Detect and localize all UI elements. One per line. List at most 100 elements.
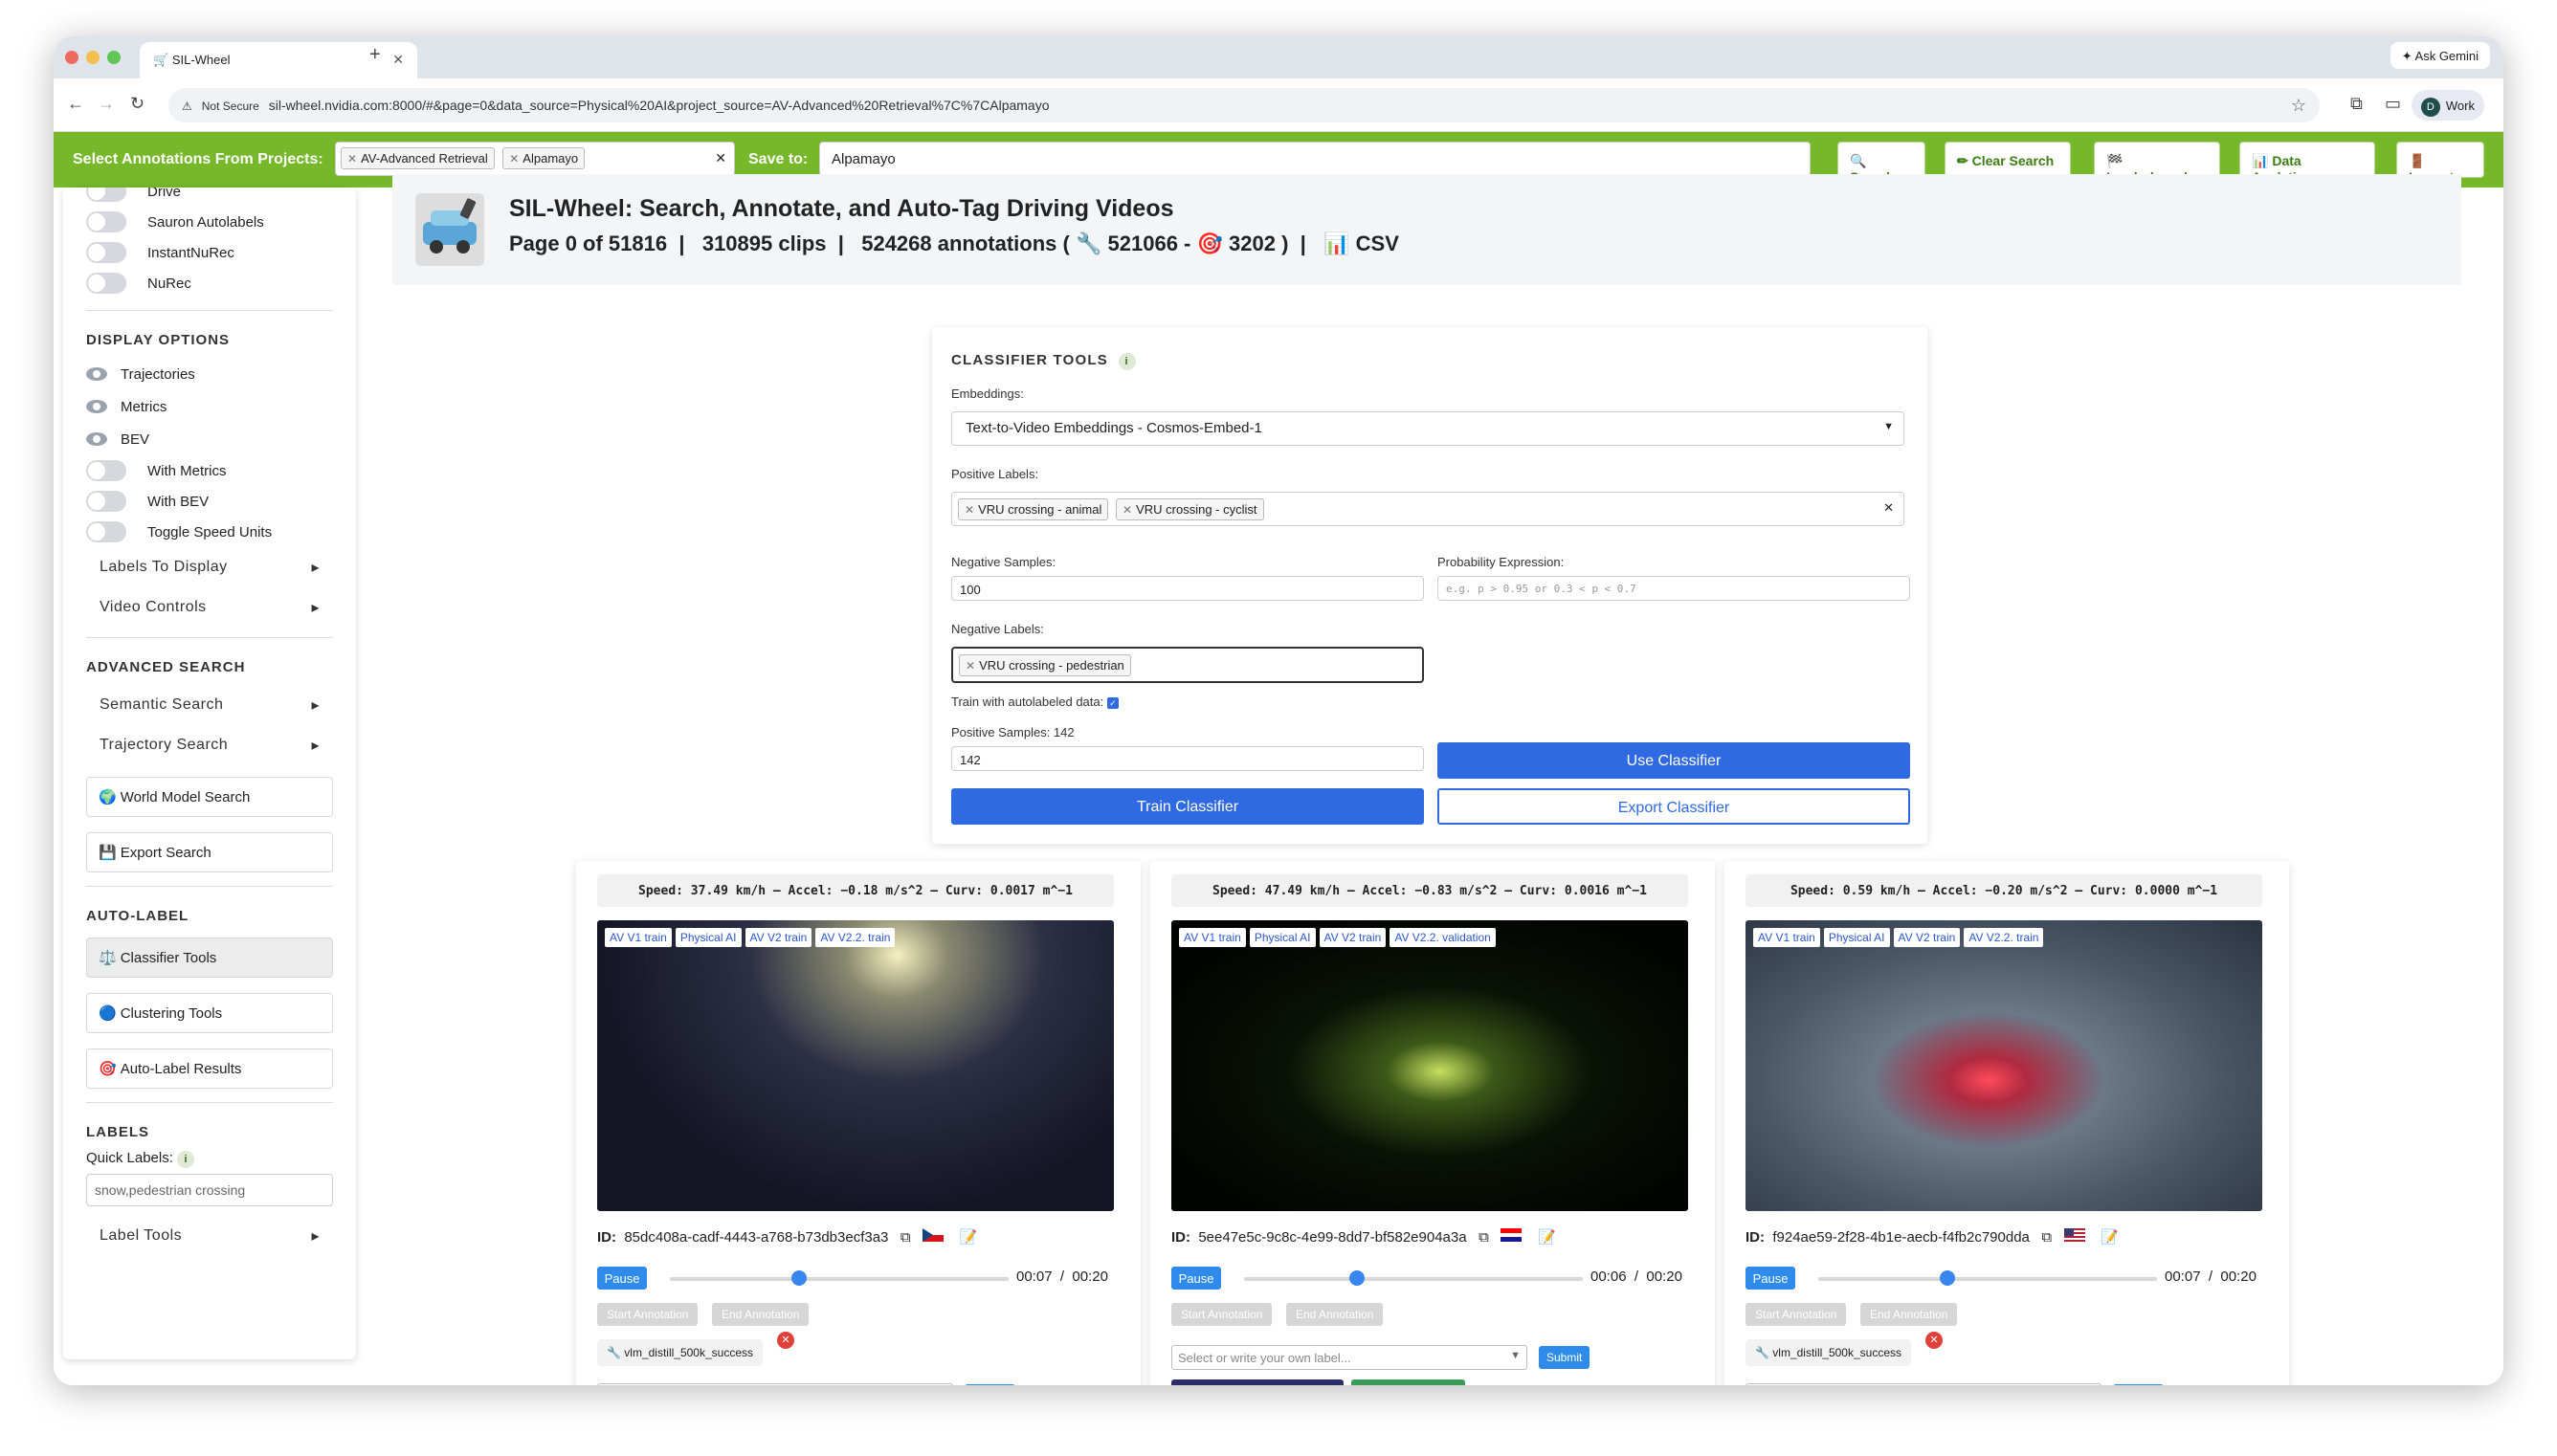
side-panel-icon[interactable]: ▭	[2385, 94, 2401, 114]
train-classifier-button[interactable]: Train Classifier	[951, 788, 1424, 825]
label-chip[interactable]: ✕ VRU crossing - cyclist	[1116, 498, 1264, 520]
label-chip[interactable]: ✕ VRU crossing - animal	[958, 498, 1109, 520]
video-player[interactable]: AV V1 train Physical AI AV V2 train AV V…	[1745, 920, 2262, 1211]
semantic-search-expander[interactable]: Semantic Search ▸	[86, 685, 333, 725]
quick-labels-input[interactable]: snow,pedestrian crossing	[86, 1174, 333, 1206]
vis-trajectories[interactable]: Trajectories	[86, 358, 333, 390]
start-annotation-button[interactable]: Start Annotation	[597, 1303, 699, 1326]
use-classifier-button[interactable]: Use Classifier	[1437, 742, 1910, 779]
video-scrubber[interactable]	[670, 1270, 1009, 1286]
end-annotation-button[interactable]: End Annotation	[712, 1303, 810, 1326]
label-chip[interactable]: 🔧 vlm_distill_500k_success	[597, 1339, 764, 1366]
positive-labels-select[interactable]: ✕ VRU crossing - animal ✕ VRU crossing - c…	[951, 492, 1904, 526]
negative-labels-select[interactable]: ✕ VRU crossing - pedestrian	[951, 647, 1424, 683]
maximize-window-icon[interactable]	[107, 51, 121, 64]
vis-bev[interactable]: BEV	[86, 423, 333, 455]
label-dropdown[interactable]: Select or write your own label...▼	[1171, 1345, 1527, 1370]
not-secure-badge[interactable]: Not Secure	[202, 99, 259, 113]
submit-label-button[interactable]: Submit	[1539, 1346, 1590, 1369]
label-chip[interactable]: 🔧 vlm_distill_500k_success	[1745, 1339, 1912, 1366]
remove-label-icon[interactable]: ✕	[777, 1332, 794, 1349]
video-scrubber[interactable]	[1244, 1270, 1583, 1286]
copy-icon[interactable]: ⧉	[901, 1229, 911, 1246]
data-analytics-button[interactable]: 📊 Data Analytics	[2239, 142, 2375, 185]
toggle-speed-units[interactable]: Toggle Speed Units	[86, 517, 333, 547]
classifier-tools-button[interactable]: ⚖️ Classifier Tools	[86, 938, 333, 978]
label-dropdown[interactable]: Select or write your own label...▼	[597, 1383, 953, 1385]
scrubber-handle[interactable]	[791, 1270, 808, 1286]
end-annotation-button[interactable]: End Annotation	[1286, 1303, 1384, 1326]
start-annotation-button[interactable]: Start Annotation	[1745, 1303, 1847, 1326]
ask-gemini-button[interactable]: ✦ Ask Gemini	[2390, 42, 2490, 69]
semantic-search-button[interactable]: Semantic Search	[1351, 1379, 1465, 1385]
save-to-input[interactable]: Alpamayo	[819, 142, 1811, 176]
label-dropdown[interactable]: Select or write your own label...▼	[1745, 1383, 2101, 1385]
autolabel-checkbox[interactable]: ✓	[1106, 696, 1119, 709]
video-player[interactable]: AV V1 train Physical AI AV V2 train AV V…	[597, 920, 1114, 1211]
clear-projects-icon[interactable]: ✕	[715, 150, 726, 166]
search-button[interactable]: 🔍 Search	[1837, 142, 1925, 185]
video-player[interactable]: AV V1 train Physical AI AV V2 train AV V…	[1171, 920, 1688, 1211]
label-tools-expander[interactable]: Label Tools ▸	[86, 1216, 333, 1256]
trajectory-search-button[interactable]: Search by Trajectory Shape	[1171, 1379, 1345, 1385]
copy-icon[interactable]: ⧉	[2041, 1229, 2052, 1246]
clustering-tools-button[interactable]: 🔵 Clustering Tools	[86, 993, 333, 1033]
logout-button[interactable]: 🚪 Logout	[2396, 142, 2484, 185]
pause-button[interactable]: Pause	[1745, 1267, 1795, 1290]
video-scrubber[interactable]	[1818, 1270, 2157, 1286]
export-classifier-button[interactable]: Export Classifier	[1437, 788, 1910, 825]
back-arrow-icon[interactable]: ←	[67, 94, 84, 114]
new-tab-button[interactable]: +	[369, 44, 381, 66]
url-bar[interactable]: ⚠ Not Secure sil-wheel.nvidia.com:8000/#&p…	[168, 88, 2320, 122]
leaderboard-button[interactable]: 🏁 Leaderboard	[2094, 142, 2220, 185]
bookmark-star-icon[interactable]: ☆	[2291, 96, 2306, 116]
auto-label-results-button[interactable]: 🎯 Auto-Label Results	[86, 1048, 333, 1089]
export-search-button[interactable]: 💾 Export Search	[86, 832, 333, 872]
submit-label-button[interactable]: Submit	[965, 1384, 1016, 1385]
scrubber-handle[interactable]	[1348, 1270, 1365, 1286]
profile-button[interactable]: D Work	[2411, 90, 2484, 121]
labels-to-display-expander[interactable]: Labels To Display ▸	[86, 547, 333, 587]
project-chip[interactable]: ✕ AV-Advanced Retrieval	[341, 147, 495, 169]
toggle-with-metrics[interactable]: With Metrics	[86, 455, 333, 486]
negative-samples-input[interactable]: 100	[951, 576, 1424, 601]
close-window-icon[interactable]	[65, 51, 78, 64]
project-chip[interactable]: ✕ Alpamayo	[502, 147, 586, 169]
extensions-icon[interactable]: ⧉	[2350, 94, 2363, 114]
reload-icon[interactable]: ↻	[130, 94, 145, 114]
toggle-drive[interactable]: Drive	[86, 188, 333, 207]
submit-label-button[interactable]: Submit	[2113, 1384, 2165, 1385]
positive-samples-input[interactable]: 142	[951, 746, 1424, 771]
toggle-with-bev[interactable]: With BEV	[86, 486, 333, 517]
note-icon[interactable]: 📝	[960, 1229, 978, 1246]
pause-button[interactable]: Pause	[1171, 1267, 1221, 1290]
info-icon[interactable]: i	[1118, 353, 1136, 370]
world-model-search-button[interactable]: 🌍 World Model Search	[86, 777, 333, 817]
start-annotation-button[interactable]: Start Annotation	[1171, 1303, 1273, 1326]
info-icon[interactable]: i	[177, 1151, 195, 1168]
embeddings-select[interactable]: Text-to-Video Embeddings - Cosmos-Embed-…	[951, 411, 1904, 446]
clear-search-button[interactable]: ✏ Clear Search	[1945, 142, 2071, 178]
toggle-nurec[interactable]: NuRec	[86, 268, 333, 298]
note-icon[interactable]: 📝	[2101, 1229, 2119, 1246]
scrubber-handle[interactable]	[1940, 1270, 1956, 1286]
forward-arrow-icon[interactable]: →	[98, 94, 115, 114]
chevron-down-icon: ▼	[1883, 421, 1894, 432]
probability-input[interactable]: e.g. p > 0.95 or 0.3 < p < 0.7	[1437, 576, 1910, 601]
close-tab-icon[interactable]: ✕	[392, 52, 404, 68]
trajectory-search-expander[interactable]: Trajectory Search ▸	[86, 725, 333, 765]
csv-link[interactable]: 📊 CSV	[1323, 232, 1399, 255]
project-select[interactable]: ✕ AV-Advanced Retrieval ✕ Alpamayo ✕	[335, 142, 735, 176]
vis-metrics[interactable]: Metrics	[86, 390, 333, 423]
copy-icon[interactable]: ⧉	[1479, 1229, 1489, 1246]
toggle-sauron[interactable]: Sauron Autolabels	[86, 207, 333, 237]
minimize-window-icon[interactable]	[86, 51, 100, 64]
toggle-instantnurec[interactable]: InstantNuRec	[86, 237, 333, 268]
video-controls-expander[interactable]: Video Controls ▸	[86, 587, 333, 628]
note-icon[interactable]: 📝	[1538, 1229, 1556, 1246]
label-chip[interactable]: ✕ VRU crossing - pedestrian	[959, 654, 1131, 676]
clear-labels-icon[interactable]: ✕	[1883, 500, 1894, 516]
pause-button[interactable]: Pause	[597, 1267, 647, 1290]
remove-label-icon[interactable]: ✕	[1925, 1332, 1943, 1349]
end-annotation-button[interactable]: End Annotation	[1860, 1303, 1958, 1326]
